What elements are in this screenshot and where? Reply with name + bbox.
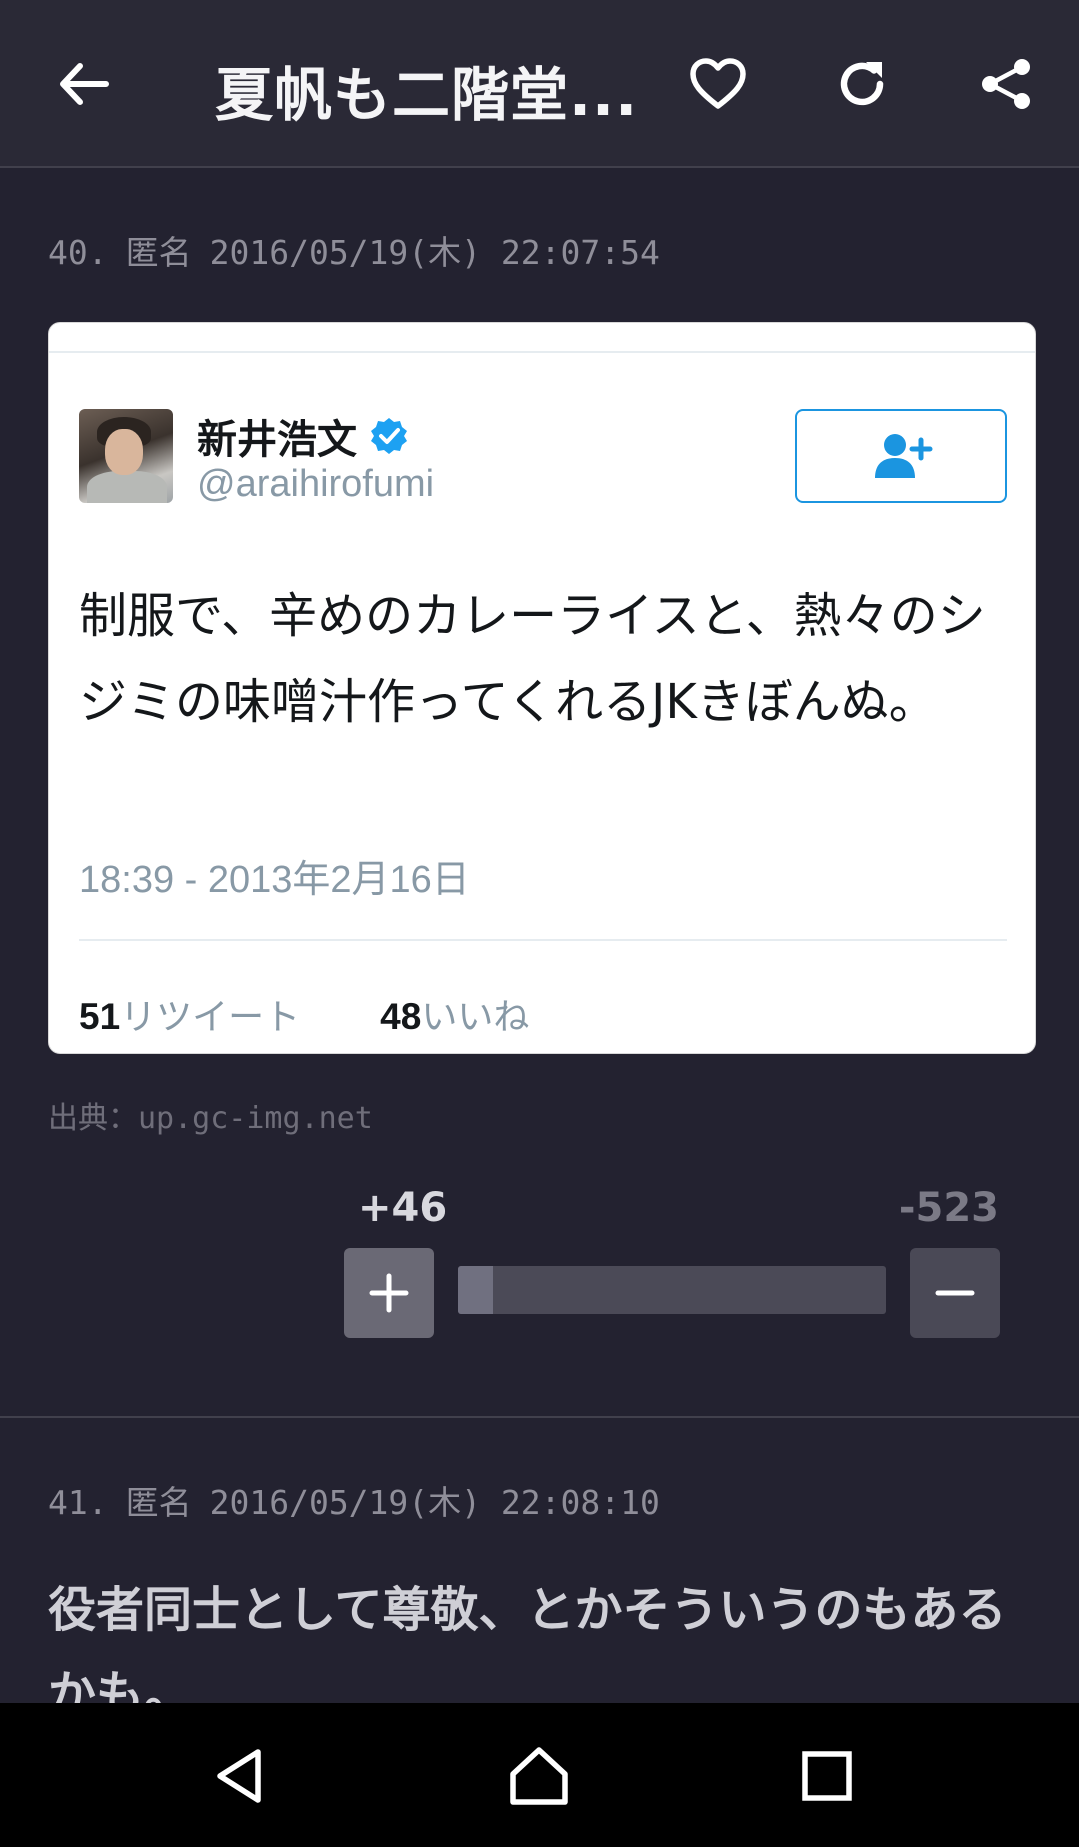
comment-author: 匿名 [125, 233, 192, 272]
source-link[interactable]: 出典：up.gc-img.net [48, 1093, 373, 1137]
minus-icon [935, 1290, 975, 1296]
share-icon[interactable] [964, 42, 1048, 126]
nav-recent-apps-icon[interactable] [782, 1731, 872, 1821]
tweet-text: 制服で、辛めのカレーライスと、熱々のシジミの味噌汁作ってくれるJKきぼんぬ。 [79, 588, 986, 730]
tweet-display-name[interactable]: 新井浩文 [197, 407, 409, 465]
heart-icon[interactable] [676, 42, 760, 126]
plus-vote-count: +46 [358, 1185, 448, 1231]
comment-divider [0, 1416, 1079, 1418]
minus-vote-button[interactable] [910, 1248, 1000, 1338]
nav-home-icon[interactable] [494, 1731, 584, 1821]
retweet-count: 51 [79, 996, 121, 1037]
app-bar: 夏帆も二階堂... [0, 0, 1079, 168]
plus-vote-button[interactable] [344, 1248, 434, 1338]
comment-number: 41. [48, 1483, 108, 1522]
nav-back-icon[interactable] [195, 1731, 285, 1821]
comment-datetime: 2016/05/19(木) 22:07:54 [209, 233, 660, 272]
tweet-timestamp[interactable]: 18:39 - 2013年2月16日 [79, 848, 470, 903]
comment-number: 40. [48, 233, 108, 272]
like-count: 48 [380, 996, 422, 1037]
back-arrow-icon[interactable] [42, 42, 126, 126]
reload-icon[interactable] [820, 42, 904, 126]
page-title: 夏帆も二階堂... [215, 61, 635, 129]
minus-vote-count: -523 [898, 1185, 999, 1231]
system-nav-bar [0, 1703, 1079, 1847]
plus-icon [369, 1273, 409, 1313]
avatar[interactable] [79, 409, 173, 503]
tweet-stats: 51リツイート 48いいね [79, 988, 609, 1040]
display-name-text: 新井浩文 [197, 417, 357, 463]
follow-button[interactable] [795, 409, 1007, 503]
comment-header: 40. 匿名 2016/05/19(木) 22:07:54 [48, 226, 678, 274]
divider [49, 351, 1035, 353]
like-label: いいね [421, 996, 530, 1037]
tweet-handle[interactable]: @araihirofumi [197, 463, 434, 506]
retweet-stat[interactable]: 51リツイート [79, 988, 300, 1040]
embedded-tweet-card[interactable]: 新井浩文 @araihirofumi 制服で、辛めのカレーライスと、熱々のシジミ… [48, 322, 1036, 1054]
vote-ratio-bar [458, 1266, 886, 1314]
verified-badge-icon [369, 416, 409, 456]
retweet-label: リツイート [120, 996, 301, 1037]
add-user-icon [875, 434, 933, 478]
comment-datetime: 2016/05/19(木) 22:08:10 [209, 1483, 660, 1522]
comment-author: 匿名 [125, 1483, 192, 1522]
divider [79, 939, 1007, 941]
comment-header: 41. 匿名 2016/05/19(木) 22:08:10 [48, 1476, 678, 1524]
like-stat[interactable]: 48いいね [380, 988, 529, 1040]
vote-ratio-fill [458, 1266, 493, 1314]
